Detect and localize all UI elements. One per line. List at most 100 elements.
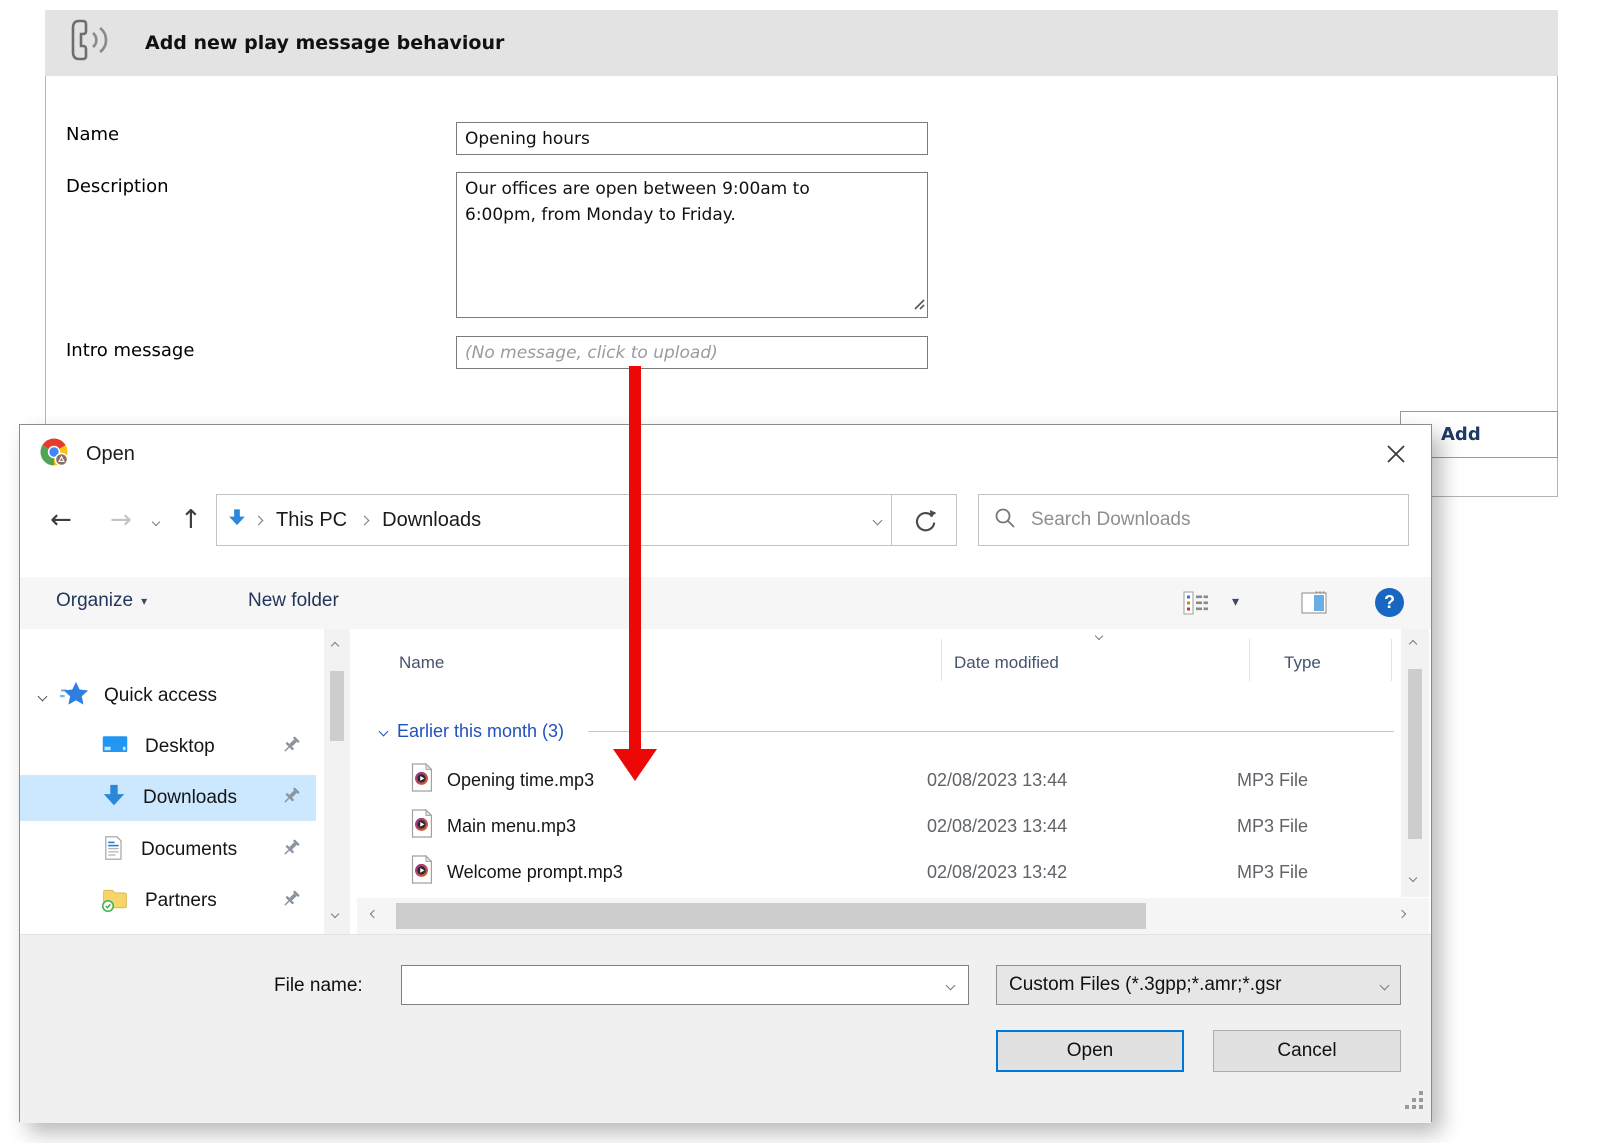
resize-grip[interactable] <box>1405 1091 1423 1109</box>
file-name-label: File name: <box>274 975 363 997</box>
sidebar-item-label: Downloads <box>143 787 237 809</box>
group-label: Earlier this month (3) <box>397 721 564 742</box>
organize-dropdown-icon: ▾ <box>141 594 147 608</box>
organize-label: Organize <box>56 590 133 612</box>
textarea-resize-handle[interactable] <box>913 297 925 315</box>
scrollbar-thumb[interactable] <box>330 671 344 741</box>
pin-icon <box>280 785 302 812</box>
scrollbar-thumb[interactable] <box>1408 669 1422 839</box>
preview-pane-icon[interactable] <box>1300 589 1328 622</box>
close-icon[interactable] <box>1379 437 1413 471</box>
file-row-welcome-prompt[interactable]: Welcome prompt.mp3 02/08/2023 13:42 MP3 … <box>380 849 1394 895</box>
breadcrumb-chevron-icon <box>360 515 370 525</box>
help-button[interactable]: ? <box>1375 588 1404 617</box>
filter-value: Custom Files (*.3gpp;*.amr;*.gsr <box>1009 974 1381 996</box>
name-input[interactable] <box>456 122 928 155</box>
column-header-type[interactable]: Type <box>1284 653 1321 673</box>
file-name-combo[interactable] <box>401 965 969 1005</box>
column-divider[interactable] <box>941 639 942 681</box>
file-name: Welcome prompt.mp3 <box>447 862 927 883</box>
up-icon[interactable]: ↑ <box>180 507 202 533</box>
scroll-up-icon[interactable] <box>331 642 339 650</box>
breadcrumb-downloads[interactable]: Downloads <box>376 509 487 532</box>
open-file-dialog: Open ← → ↑ This PC <box>19 424 1432 1122</box>
details-view-icon[interactable] <box>1182 589 1210 622</box>
document-icon <box>101 834 125 867</box>
file-name: Opening time.mp3 <box>447 770 927 791</box>
sidebar-item-desktop[interactable]: Desktop <box>20 724 316 770</box>
refresh-button[interactable] <box>891 494 957 546</box>
sidebar-item-label: Desktop <box>145 736 215 758</box>
file-date: 02/08/2023 13:44 <box>927 816 1237 837</box>
column-divider[interactable] <box>1249 639 1250 681</box>
screen: Add new play message behaviour Name Desc… <box>0 0 1600 1143</box>
filter-dropdown-icon <box>1380 980 1390 990</box>
form-title: Add new play message behaviour <box>145 32 504 54</box>
file-type: MP3 File <box>1237 770 1308 791</box>
column-header-date-modified[interactable]: Date modified <box>954 653 1059 673</box>
play-message-phone-icon <box>65 15 115 71</box>
group-header-row[interactable]: Earlier this month (3) <box>380 715 1394 747</box>
description-textarea[interactable]: Our offices are open between 9:00am to 6… <box>456 172 928 318</box>
organize-button[interactable]: Organize ▾ <box>56 590 147 612</box>
search-icon <box>993 506 1017 535</box>
file-type-filter-dropdown[interactable]: Custom Files (*.3gpp;*.amr;*.gsr <box>996 965 1401 1005</box>
group-divider-line <box>588 731 1394 732</box>
download-arrow-icon <box>101 783 127 814</box>
file-type: MP3 File <box>1237 816 1308 837</box>
scroll-right-icon[interactable] <box>1398 910 1406 918</box>
scrollbar-thumb[interactable] <box>396 903 1146 929</box>
form-header: Add new play message behaviour <box>45 10 1558 76</box>
sidebar-item-documents[interactable]: Documents <box>20 827 316 873</box>
mp3-file-icon <box>408 855 435 889</box>
scroll-down-icon[interactable] <box>331 910 339 918</box>
new-folder-label: New folder <box>248 590 339 612</box>
combo-dropdown-icon[interactable] <box>946 980 956 990</box>
scroll-down-icon[interactable] <box>1409 874 1417 882</box>
column-divider[interactable] <box>1391 639 1392 681</box>
dialog-navigation-row: ← → ↑ This PC Downloads <box>20 483 1431 557</box>
breadcrumb-this-pc[interactable]: This PC <box>270 509 353 532</box>
sidebar-item-label: Documents <box>141 839 237 861</box>
pin-icon <box>280 837 302 864</box>
mp3-file-icon <box>408 763 435 797</box>
sort-indicator-icon <box>1095 632 1103 640</box>
file-type: MP3 File <box>1237 862 1308 883</box>
forward-icon[interactable]: → <box>110 507 132 533</box>
name-label: Name <box>66 124 119 145</box>
scroll-up-icon[interactable] <box>1409 640 1417 648</box>
column-header-name[interactable]: Name <box>399 653 444 673</box>
back-icon[interactable]: ← <box>50 507 72 533</box>
file-date: 02/08/2023 13:44 <box>927 770 1237 791</box>
list-vertical-scrollbar[interactable] <box>1401 629 1429 897</box>
file-row-main-menu[interactable]: Main menu.mp3 02/08/2023 13:44 MP3 File <box>380 803 1394 849</box>
view-dropdown-icon[interactable]: ▾ <box>1232 593 1239 610</box>
new-folder-button[interactable]: New folder <box>248 590 339 612</box>
file-row-opening-time[interactable]: Opening time.mp3 02/08/2023 13:44 MP3 Fi… <box>380 757 1394 803</box>
cancel-button[interactable]: Cancel <box>1213 1030 1401 1072</box>
group-expander-icon[interactable] <box>379 726 389 736</box>
sidebar-item-quick-access[interactable]: Quick access <box>20 673 316 719</box>
search-box[interactable] <box>978 494 1409 546</box>
history-dropdown-icon[interactable] <box>152 518 160 526</box>
address-dropdown-icon[interactable] <box>873 515 883 525</box>
scroll-left-icon[interactable] <box>370 910 378 918</box>
chrome-logo-icon <box>38 436 70 473</box>
address-bar[interactable]: This PC Downloads <box>216 494 892 546</box>
dialog-title: Open <box>86 443 135 466</box>
sidebar-item-partners[interactable]: Partners <box>20 878 316 924</box>
intro-message-label: Intro message <box>66 340 194 361</box>
search-input[interactable] <box>1029 508 1394 532</box>
file-name-input[interactable] <box>402 975 947 996</box>
tree-expander-icon[interactable] <box>38 691 48 701</box>
intro-message-input[interactable] <box>456 336 928 369</box>
sidebar-item-downloads[interactable]: Downloads <box>20 775 316 821</box>
sidebar-item-label: Quick access <box>104 685 217 707</box>
mp3-file-icon <box>408 809 435 843</box>
dialog-titlebar: Open <box>20 425 1431 483</box>
open-button[interactable]: Open <box>996 1030 1184 1072</box>
list-horizontal-scrollbar[interactable] <box>357 898 1429 934</box>
dialog-main-area: Quick access Desktop <box>20 629 1431 934</box>
sidebar-scrollbar[interactable] <box>324 629 350 934</box>
sidebar-item-label: Partners <box>145 890 217 912</box>
